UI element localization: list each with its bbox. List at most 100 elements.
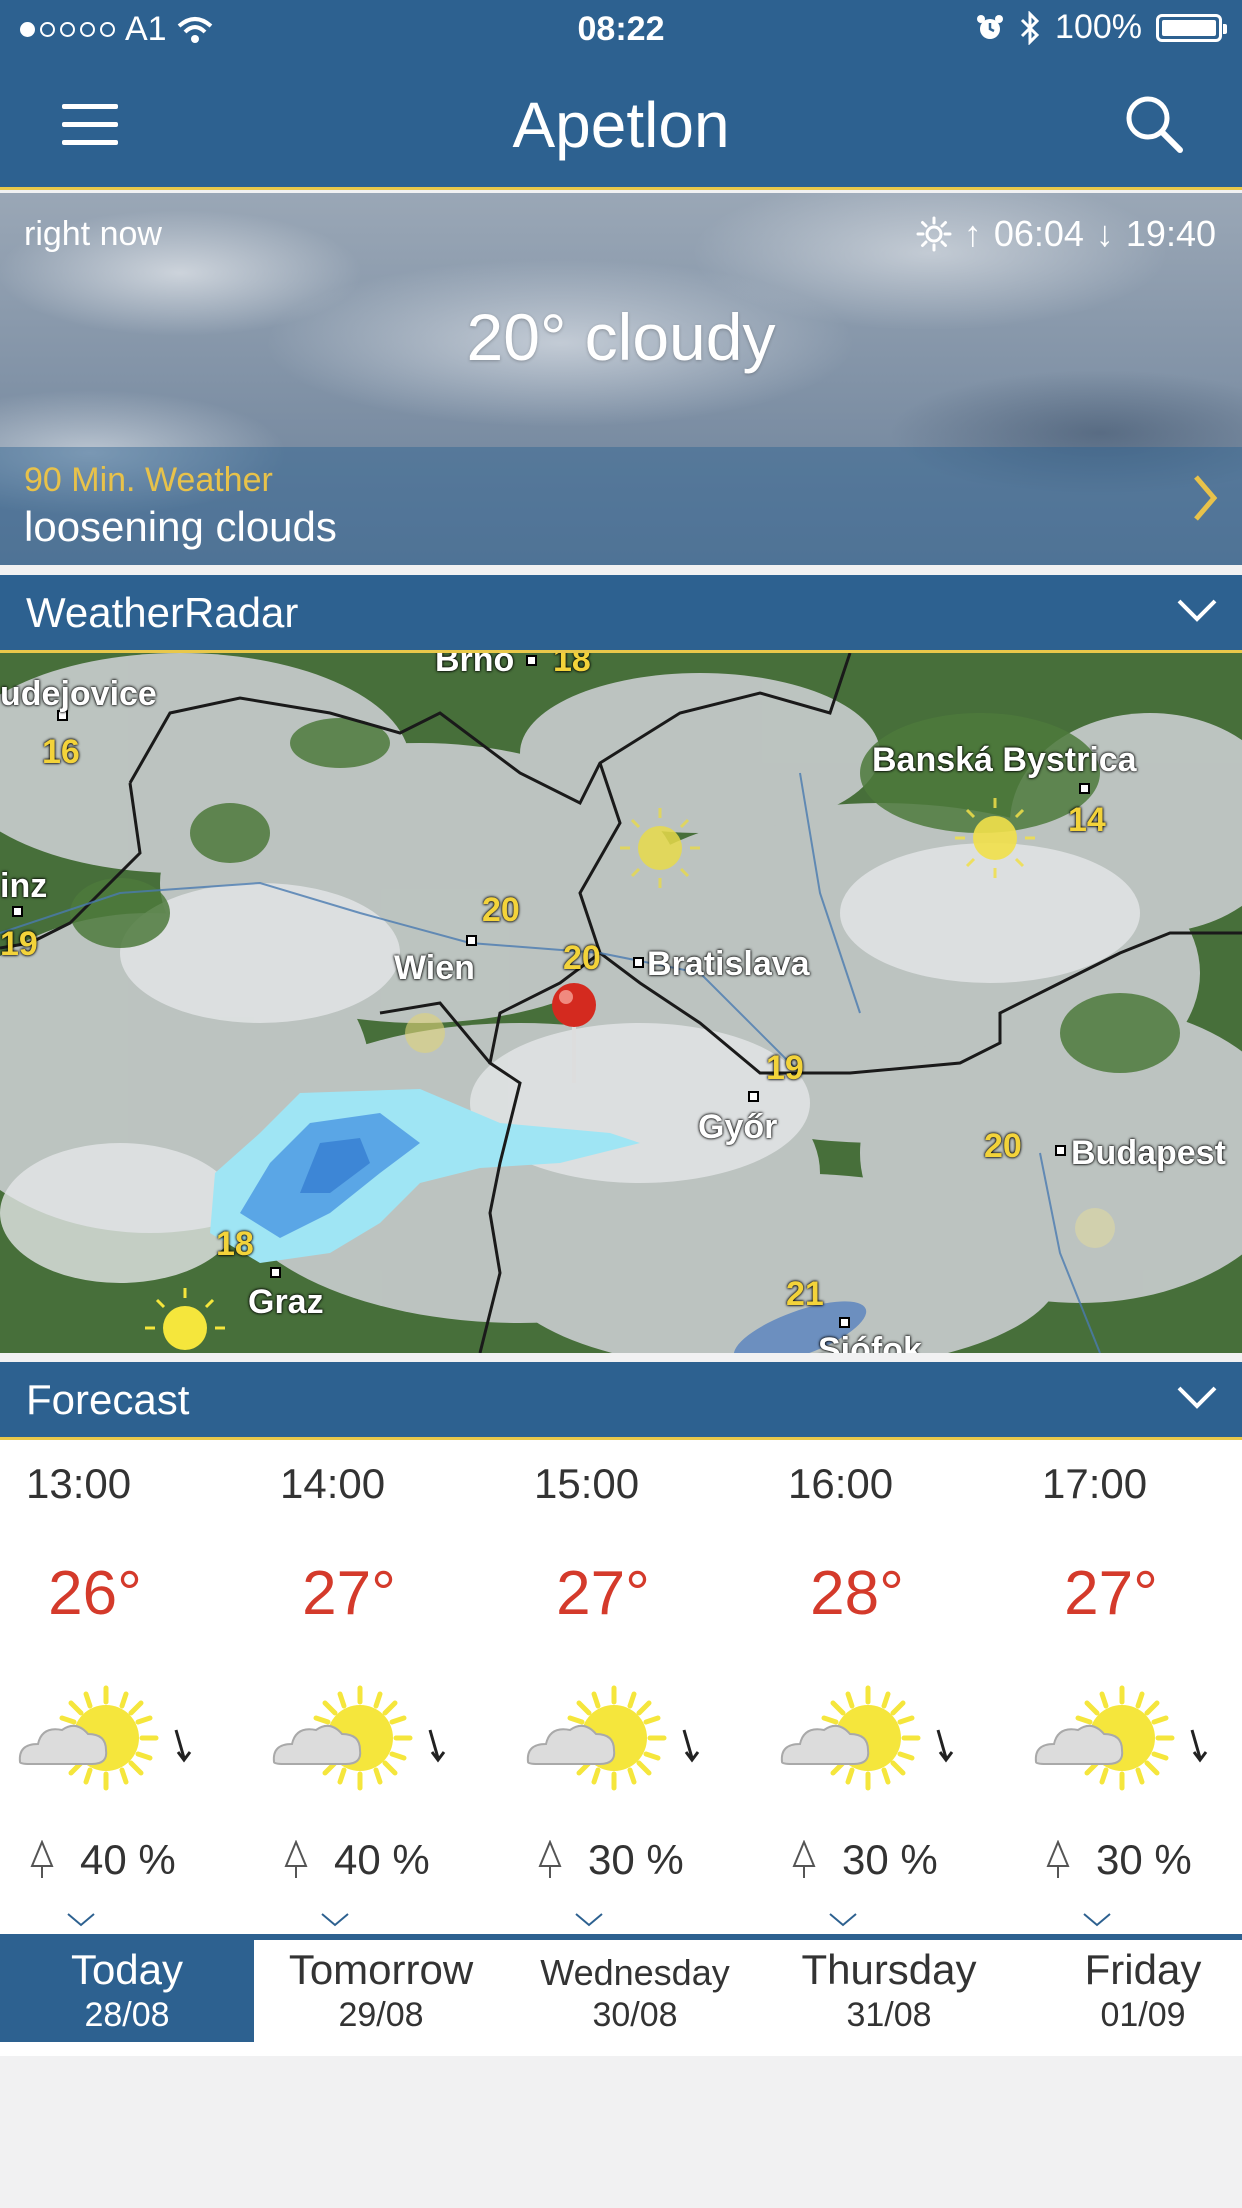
day-date: 01/09 bbox=[1100, 1996, 1186, 2034]
sunrise-arrow-icon: ↑ bbox=[963, 213, 982, 254]
day-tab-wednesday[interactable]: Wednesday 30/08 bbox=[508, 1940, 762, 2042]
temp-wien: 20 bbox=[482, 891, 520, 929]
city-gyor: Győr bbox=[698, 1108, 778, 1146]
current-condition: 20° cloudy bbox=[466, 300, 776, 374]
sunrise-time: 06:04 bbox=[993, 213, 1084, 254]
right-now-label: right now bbox=[24, 215, 162, 253]
forecast-hour-column[interactable]: 13:00 26° 40 % bbox=[0, 1440, 254, 1934]
umbrella-icon bbox=[30, 1840, 54, 1878]
forecast-temp: 26° bbox=[48, 1559, 142, 1628]
day-tab-thursday[interactable]: Thursday 31/08 bbox=[762, 1940, 1016, 2042]
forecast-temp: 27° bbox=[302, 1559, 396, 1628]
city-siofok: Siófok bbox=[818, 1331, 922, 1353]
nowcast-label: 90 Min. Weather bbox=[24, 461, 273, 499]
chevron-right-icon bbox=[1194, 475, 1218, 521]
day-name: Tomorrow bbox=[288, 1946, 474, 1993]
temp-budejovice: 16 bbox=[42, 733, 80, 771]
day-name: Friday bbox=[1084, 1946, 1202, 1993]
partly-cloudy-icon bbox=[272, 1685, 446, 1791]
rain-probability: 30 % bbox=[1046, 1836, 1192, 1884]
partly-cloudy-icon bbox=[526, 1685, 700, 1791]
sunset-arrow-icon: ↓ bbox=[1095, 213, 1114, 254]
temp-banska-bystrica: 14 bbox=[1068, 801, 1106, 839]
radar-section-header[interactable]: WeatherRadar bbox=[0, 575, 1242, 653]
search-icon[interactable] bbox=[1124, 94, 1184, 154]
umbrella-icon bbox=[792, 1840, 816, 1878]
partly-cloudy-icon bbox=[1034, 1685, 1208, 1791]
rain-percent: 30 % bbox=[588, 1836, 684, 1883]
chevron-down-icon bbox=[1083, 1913, 1111, 1927]
day-tab-friday[interactable]: Friday 01/09 bbox=[1016, 1940, 1242, 2042]
radar-title: WeatherRadar bbox=[26, 589, 299, 636]
city-linz: inz bbox=[0, 867, 48, 905]
rain-percent: 30 % bbox=[842, 1836, 938, 1883]
day-date: 28/08 bbox=[84, 1996, 170, 2034]
day-date: 30/08 bbox=[592, 1996, 678, 2034]
status-right: 100% bbox=[975, 8, 1227, 47]
sunset-time: 19:40 bbox=[1125, 213, 1216, 254]
umbrella-icon bbox=[1046, 1840, 1070, 1878]
temp-gyor: 19 bbox=[766, 1049, 804, 1087]
city-brno: Brno bbox=[435, 653, 515, 679]
forecast-hour-column[interactable]: 17:00 27° 30 % bbox=[1016, 1440, 1242, 1934]
sunrise-sunset: ↑ 06:04 ↓ 19:40 bbox=[916, 213, 1216, 255]
day-name: Today bbox=[70, 1946, 184, 1993]
temp-brno: 18 bbox=[553, 653, 591, 679]
rain-percent: 40 % bbox=[334, 1836, 430, 1883]
day-name: Wednesday bbox=[540, 1952, 730, 1993]
forecast-hour-column[interactable]: 14:00 27° 40 % bbox=[254, 1440, 508, 1934]
chevron-down-icon bbox=[321, 1913, 349, 1927]
temp-budapest: 20 bbox=[984, 1127, 1022, 1165]
temp-bratislava: 20 bbox=[563, 939, 601, 977]
nowcast-text: loosening clouds bbox=[24, 503, 337, 550]
city-banska-bystrica: Banská Bystrica bbox=[872, 741, 1137, 779]
umbrella-icon bbox=[284, 1840, 308, 1878]
forecast-time: 15:00 bbox=[534, 1460, 640, 1507]
forecast-time: 14:00 bbox=[280, 1460, 386, 1507]
partly-cloudy-icon bbox=[780, 1685, 954, 1791]
forecast-hour-column[interactable]: 16:00 28° 30 % bbox=[762, 1440, 1016, 1934]
rain-probability: 30 % bbox=[792, 1836, 938, 1884]
alarm-icon bbox=[977, 14, 1004, 39]
forecast-time: 13:00 bbox=[26, 1460, 132, 1507]
forecast-hour-column[interactable]: 15:00 27° 30 % bbox=[508, 1440, 762, 1934]
city-bratislava: Bratislava bbox=[647, 945, 810, 983]
day-name: Thursday bbox=[801, 1946, 977, 1993]
bluetooth-icon bbox=[1020, 10, 1040, 45]
partly-cloudy-icon bbox=[18, 1685, 192, 1791]
forecast-title: Forecast bbox=[26, 1376, 190, 1423]
forecast-temp: 27° bbox=[1064, 1559, 1158, 1628]
rain-percent: 30 % bbox=[1096, 1836, 1192, 1883]
day-date: 29/08 bbox=[338, 1996, 424, 2034]
chevron-down-icon bbox=[575, 1913, 603, 1927]
day-tab-today[interactable]: Today 28/08 bbox=[0, 1940, 254, 2042]
temp-graz: 18 bbox=[216, 1225, 254, 1263]
location-title: Apetlon bbox=[512, 89, 730, 161]
day-tabs: Today 28/08 Tomorrow 29/08 Wednesday 30/… bbox=[0, 1934, 1242, 2056]
rain-percent: 40 % bbox=[80, 1836, 176, 1883]
chevron-down-icon bbox=[1177, 599, 1217, 622]
day-tab-tomorrow[interactable]: Tomorrow 29/08 bbox=[254, 1940, 508, 2042]
rain-probability: 40 % bbox=[30, 1836, 176, 1884]
hourly-forecast: 13:00 26° 40 % 14:00 27° 40 % 15:00 27° … bbox=[0, 1440, 1242, 1934]
forecast-section-header[interactable]: Forecast bbox=[0, 1362, 1242, 1440]
chevron-down-icon bbox=[829, 1913, 857, 1927]
city-budejovice: udejovice bbox=[0, 675, 157, 713]
rain-probability: 40 % bbox=[284, 1836, 430, 1884]
forecast-temp: 28° bbox=[810, 1559, 904, 1628]
day-date: 31/08 bbox=[846, 1996, 932, 2034]
chevron-down-icon bbox=[67, 1913, 95, 1927]
status-bar: A1 08:22 100% bbox=[0, 0, 1242, 62]
sun-icon bbox=[916, 216, 952, 252]
city-budapest: Budapest bbox=[1071, 1134, 1226, 1172]
nowcast-row[interactable]: 90 Min. Weather loosening clouds bbox=[0, 447, 1242, 565]
battery-icon bbox=[1156, 13, 1227, 42]
forecast-time: 17:00 bbox=[1042, 1460, 1148, 1507]
umbrella-icon bbox=[538, 1840, 562, 1878]
weather-radar-map[interactable]: Brno 18 udejovice 16 Banská Bystrica 14 … bbox=[0, 653, 1242, 1353]
nav-bar: Apetlon bbox=[0, 62, 1242, 190]
current-weather-panel: right now ↑ 06:04 ↓ 19:40 20° cloudy 90 … bbox=[0, 193, 1242, 565]
city-graz: Graz bbox=[248, 1283, 324, 1321]
forecast-time: 16:00 bbox=[788, 1460, 894, 1507]
chevron-down-icon bbox=[1177, 1386, 1217, 1409]
